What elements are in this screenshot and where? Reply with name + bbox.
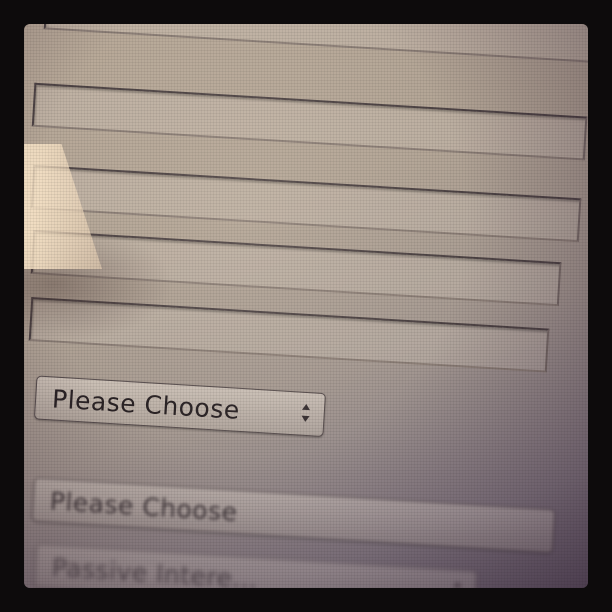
select-tertiary[interactable]: Passive Intere... (33, 543, 478, 588)
screen-frame: Please Choose Please Choose Passive Inte… (24, 24, 588, 588)
select-tertiary-label: Passive Intere... (51, 552, 259, 588)
select-primary[interactable]: Please Choose (33, 375, 327, 438)
select-secondary-label: Please Choose (49, 486, 239, 527)
up-down-arrows-icon (301, 403, 312, 423)
select-secondary[interactable]: Please Choose (31, 477, 556, 554)
text-field-2[interactable] (31, 82, 588, 161)
text-field-1[interactable] (43, 24, 588, 64)
up-down-arrows-icon (453, 581, 464, 588)
select-primary-label: Please Choose (51, 383, 241, 425)
